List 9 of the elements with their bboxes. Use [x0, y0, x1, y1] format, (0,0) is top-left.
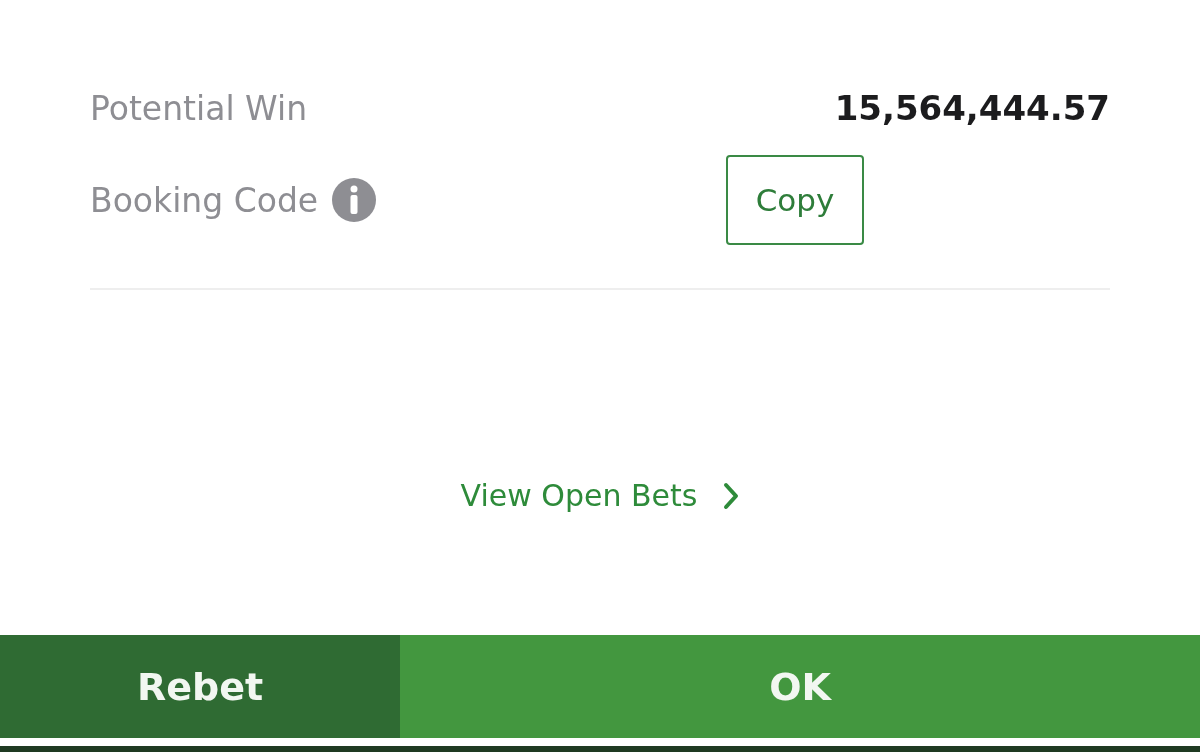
copy-button[interactable]: Copy [726, 155, 864, 245]
view-open-bets-link[interactable]: View Open Bets [460, 478, 698, 513]
potential-win-amount: 15,564,444.57 [834, 88, 1110, 128]
row-label: Potential Win [90, 88, 308, 128]
rebet-button[interactable]: Rebet [0, 635, 400, 738]
row-label: Booking Code [90, 180, 319, 220]
chevron-right-icon[interactable] [723, 481, 740, 510]
ok-button[interactable]: OK [400, 635, 1200, 738]
info-icon[interactable] [332, 178, 377, 222]
